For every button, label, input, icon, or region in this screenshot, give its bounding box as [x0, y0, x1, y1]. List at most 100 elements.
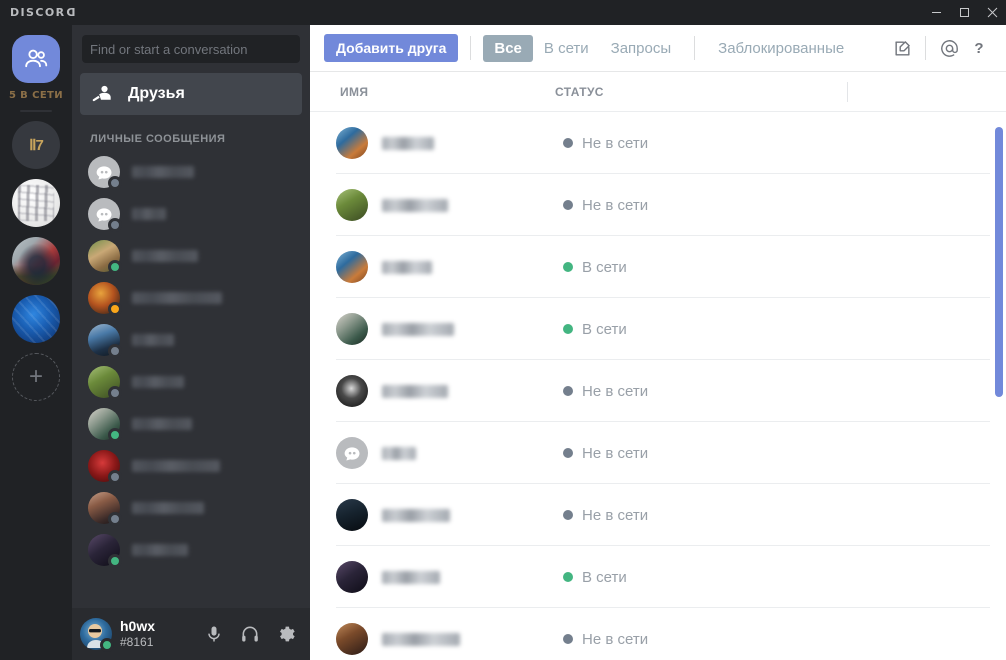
avatar: [336, 313, 368, 345]
status-dot-online: [108, 260, 122, 274]
home-friends-button[interactable]: [12, 35, 60, 83]
tab-online[interactable]: В сети: [533, 35, 600, 62]
dm-name: [132, 334, 174, 346]
dm-list-item[interactable]: [80, 529, 302, 571]
column-header-status: СТАТУС: [555, 84, 604, 99]
table-row[interactable]: В сети: [310, 298, 1006, 360]
friends-wave-icon: [90, 82, 114, 106]
avatar: [88, 240, 122, 274]
server-icon-2[interactable]: [12, 179, 60, 227]
maximize-button[interactable]: [950, 0, 978, 25]
search-container: Find or start a conversation: [72, 25, 310, 73]
table-row[interactable]: Не в сети: [310, 112, 1006, 174]
friend-name-cell: [368, 446, 555, 460]
friend-avatar: [336, 189, 368, 221]
status-dot-offline: [563, 386, 573, 396]
search-input[interactable]: Find or start a conversation: [82, 35, 300, 63]
friends-list: Не в сети Не в сети В сети В сети Не в сети Н…: [310, 112, 1006, 660]
status-dot-online: [563, 572, 573, 582]
dm-name: [132, 418, 192, 430]
server-icon-4[interactable]: [12, 295, 60, 343]
compose-icon[interactable]: [887, 33, 917, 63]
friend-status-cell: Не в сети: [555, 507, 805, 524]
dm-name: [132, 292, 222, 304]
friend-name: [382, 508, 450, 522]
friend-status-cell: В сети: [555, 321, 805, 338]
scrollbar-track[interactable]: [995, 112, 1003, 660]
dm-list-item[interactable]: [80, 235, 302, 277]
friend-name: [382, 322, 454, 336]
avatar: [88, 156, 122, 190]
scrollbar-thumb[interactable]: [995, 127, 1003, 397]
user-controls: [198, 618, 302, 650]
status-dot-online: [108, 554, 122, 568]
friend-avatar: [336, 251, 368, 283]
friend-name: [382, 446, 416, 460]
dm-list-item[interactable]: [80, 151, 302, 193]
table-row[interactable]: В сети: [310, 546, 1006, 608]
dm-section-header: ЛИЧНЫЕ СООБЩЕНИЯ: [90, 133, 226, 145]
friend-name-cell: [368, 322, 555, 336]
table-row[interactable]: Не в сети: [310, 174, 1006, 236]
avatar[interactable]: [80, 618, 114, 652]
help-icon[interactable]: ?: [964, 33, 994, 63]
table-row[interactable]: Не в сети: [310, 360, 1006, 422]
avatar: [88, 534, 122, 568]
dm-list-item[interactable]: [80, 193, 302, 235]
server-rail: 5 В СЕТИ Ⅱ7 +: [0, 25, 72, 660]
gear-icon[interactable]: [270, 618, 302, 650]
table-row[interactable]: В сети: [310, 236, 1006, 298]
user-meta[interactable]: h0wx #8161: [120, 618, 190, 649]
header-divider-1: [847, 82, 848, 102]
server-icon-3[interactable]: [12, 237, 60, 285]
friend-avatar: [336, 499, 368, 531]
table-header: ИМЯ СТАТУС: [310, 72, 1006, 112]
friend-avatar: [336, 313, 368, 345]
friend-status-cell: В сети: [555, 569, 805, 586]
sidebar-item-friends[interactable]: Друзья: [80, 73, 302, 115]
user-status-dot: [100, 638, 114, 652]
friend-name-cell: [368, 136, 555, 150]
status-dot-offline: [563, 448, 573, 458]
friend-name-cell: [368, 384, 555, 398]
table-row[interactable]: Не в сети: [310, 484, 1006, 546]
microphone-icon[interactable]: [198, 618, 230, 650]
dm-list-item[interactable]: [80, 361, 302, 403]
table-row[interactable]: Не в сети: [310, 608, 1006, 660]
close-button[interactable]: [978, 0, 1006, 25]
dm-list-item[interactable]: [80, 487, 302, 529]
friend-status-cell: Не в сети: [555, 383, 805, 400]
dm-list-item[interactable]: [80, 403, 302, 445]
friend-avatar: [336, 561, 368, 593]
minimize-button[interactable]: [922, 0, 950, 25]
avatar: [336, 375, 368, 407]
svg-text:?: ?: [974, 40, 983, 57]
server-glyph: Ⅱ7: [29, 137, 44, 154]
friends-label: Друзья: [128, 85, 185, 102]
online-count-label: 5 В СЕТИ: [8, 90, 64, 101]
status-dot-offline: [563, 510, 573, 520]
dm-name: [132, 460, 220, 472]
tab-all[interactable]: Все: [483, 34, 533, 62]
friend-name: [382, 198, 448, 212]
add-friend-button[interactable]: Добавить друга: [324, 34, 459, 62]
user-panel: h0wx #8161: [72, 608, 310, 660]
avatar: [336, 127, 368, 159]
tab-blocked[interactable]: Заблокированные: [707, 35, 855, 62]
server-icon-1[interactable]: Ⅱ7: [12, 121, 60, 169]
table-row[interactable]: Не в сети: [310, 422, 1006, 484]
status-label: Не в сети: [582, 630, 649, 648]
status-dot-offline: [108, 176, 122, 190]
column-header-name: ИМЯ: [340, 84, 369, 99]
status-label: Не в сети: [582, 196, 649, 214]
dm-list-item[interactable]: [80, 319, 302, 361]
dm-list-item[interactable]: [80, 277, 302, 319]
dm-list-item[interactable]: [80, 445, 302, 487]
headphones-icon[interactable]: [234, 618, 266, 650]
status-dot-offline: [563, 634, 573, 644]
dm-name: [132, 502, 204, 514]
tab-requests[interactable]: Запросы: [600, 35, 683, 62]
add-server-button[interactable]: +: [12, 353, 60, 401]
status-dot-offline: [563, 138, 573, 148]
at-icon[interactable]: [934, 33, 964, 63]
